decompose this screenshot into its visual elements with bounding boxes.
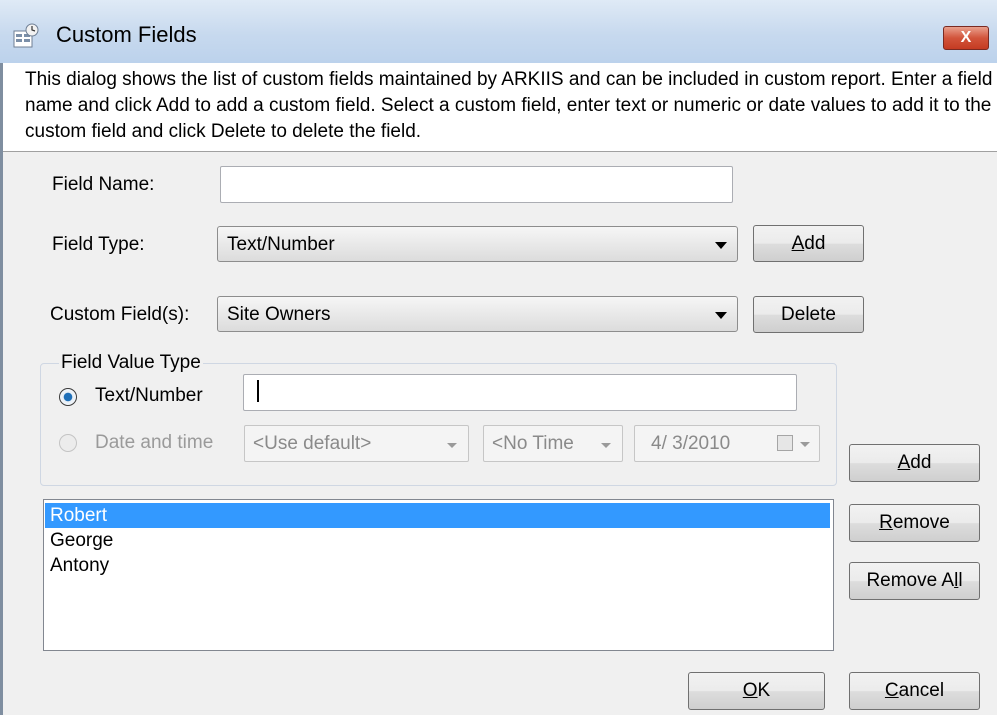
- chevron-down-icon: [715, 312, 727, 319]
- remove-button[interactable]: Remove: [849, 504, 980, 542]
- description-text: This dialog shows the list of custom fie…: [25, 69, 993, 142]
- chevron-down-icon: [800, 442, 810, 447]
- list-item[interactable]: Robert: [45, 503, 830, 528]
- field-type-select[interactable]: Text/Number: [217, 226, 738, 262]
- date-format-value: <Use default>: [253, 433, 372, 454]
- time-value: <No Time: [492, 433, 574, 454]
- window-title: Custom Fields: [56, 22, 197, 47]
- field-value-type-label: Field Value Type: [59, 352, 203, 374]
- custom-fields-dialog: Custom Fields X This dialog shows the li…: [0, 0, 997, 715]
- form-icon: [13, 23, 39, 48]
- date-format-select[interactable]: <Use default>: [244, 425, 469, 462]
- date-picker[interactable]: 4/ 3/2010: [634, 425, 820, 462]
- chevron-down-icon: [447, 443, 457, 448]
- chevron-down-icon: [715, 242, 727, 249]
- date-time-label: Date and time: [95, 432, 214, 453]
- title-bar[interactable]: Custom Fields X: [0, 0, 997, 64]
- calendar-icon: [777, 435, 793, 451]
- remove-all-button[interactable]: Remove All: [849, 562, 980, 600]
- add-value-button[interactable]: Add: [849, 444, 980, 482]
- text-number-label: Text/Number: [95, 385, 203, 406]
- delete-field-button[interactable]: Delete: [753, 296, 864, 333]
- custom-fields-label: Custom Field(s):: [50, 304, 190, 325]
- cancel-button[interactable]: Cancel: [849, 672, 980, 710]
- ok-button[interactable]: OK: [688, 672, 825, 710]
- chevron-down-icon: [601, 443, 611, 448]
- list-item[interactable]: George: [45, 528, 830, 553]
- field-type-value: Text/Number: [227, 234, 335, 255]
- add-field-button[interactable]: Add: [753, 225, 864, 262]
- close-icon: X: [960, 29, 972, 46]
- field-name-input[interactable]: [220, 166, 733, 203]
- date-time-radio[interactable]: [59, 434, 77, 452]
- text-number-radio[interactable]: [59, 388, 77, 406]
- time-select[interactable]: <No Time: [483, 425, 623, 462]
- dialog-body: Field Name: Field Type: Text/Number Add …: [3, 152, 997, 715]
- custom-fields-select[interactable]: Site Owners: [217, 296, 738, 332]
- custom-fields-value: Site Owners: [227, 304, 331, 325]
- date-value: 4/ 3/2010: [651, 433, 731, 454]
- text-number-input[interactable]: [243, 374, 797, 411]
- description-panel: This dialog shows the list of custom fie…: [3, 63, 997, 152]
- list-item[interactable]: Antony: [45, 553, 830, 578]
- field-type-label: Field Type:: [52, 234, 145, 255]
- field-name-label: Field Name:: [52, 174, 155, 195]
- values-list[interactable]: Robert George Antony: [43, 499, 834, 651]
- text-cursor: [257, 380, 259, 402]
- close-button[interactable]: X: [943, 26, 989, 50]
